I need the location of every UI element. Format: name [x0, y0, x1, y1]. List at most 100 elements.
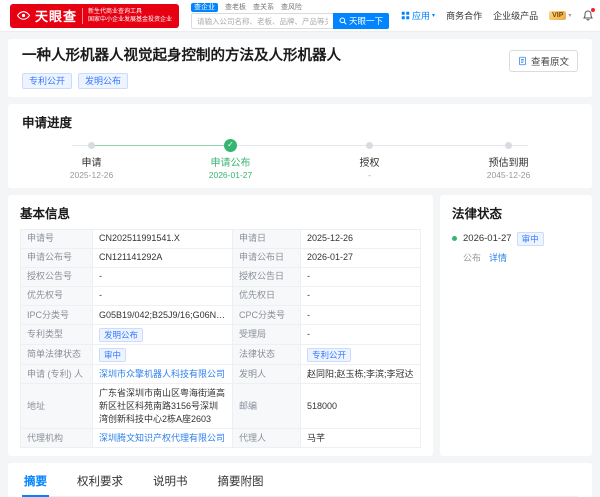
basic-info-card: 基本信息 申请号 CN202511991541.X 申请日 2025-12-26…: [8, 194, 433, 457]
info-label: 申请公布日: [232, 247, 301, 268]
patent-type-tag: 发明公布: [99, 327, 144, 342]
info-value: -: [92, 266, 233, 287]
info-value: -: [300, 266, 421, 287]
legal-status-section-title: 法律状态: [452, 206, 503, 221]
brand-slogans: 新生代商业查询工具 国家中小企业发展基金投资企业: [82, 7, 172, 24]
patent-detail-card: 摘要 权利要求 说明书 摘要附图 本申请公开了一种人形机器人视觉起身控制的方法及…: [8, 463, 592, 497]
view-original-button[interactable]: 查看原文: [508, 50, 578, 72]
info-value: -: [92, 285, 233, 307]
info-value: 518000: [300, 383, 421, 430]
search-icon: [339, 17, 347, 25]
table-row: 优先权号 - 优先权日 -: [20, 285, 421, 307]
info-value: CN202511991541.X: [92, 228, 233, 249]
nav-app[interactable]: 应用 ▾: [401, 9, 435, 22]
step-dot: [505, 141, 512, 149]
step-label: 授权: [359, 157, 380, 169]
vip-icon: VIP: [549, 11, 567, 20]
step-label: 申请: [81, 157, 102, 169]
step-date: 2026-01-27: [208, 169, 253, 180]
info-label: 授权公告日: [232, 266, 301, 287]
table-row: 申请 (专利) 人 深圳市众擎机器人科技有限公司 发明人 赵同阳;赵玉栋;李滨;…: [20, 364, 421, 385]
info-value: 深圳市众擎机器人科技有限公司: [92, 364, 233, 385]
tab-abstract-figure[interactable]: 摘要附图: [216, 471, 266, 496]
search-button[interactable]: 天眼一下: [333, 13, 390, 29]
tianyancha-logo[interactable]: 天眼查 新生代商业查询工具 国家中小企业发展基金投资企业: [10, 3, 180, 28]
brand-slogan-line1: 新生代商业查询工具: [88, 8, 143, 15]
timeline-step-publication: 申请公布 2026-01-27: [161, 138, 300, 180]
applicant-company-link[interactable]: 深圳市众擎机器人科技有限公司: [99, 369, 225, 379]
check-circle-icon: [224, 138, 237, 152]
legal-status-action: 公布: [463, 252, 482, 263]
info-value: -: [300, 305, 421, 326]
info-label: 授权公告号: [20, 266, 93, 287]
eye-logo-icon: [17, 9, 30, 22]
info-value: 赵同阳;赵玉栋;李滨;李冠达: [300, 364, 421, 385]
info-value: 专利公开: [300, 344, 421, 366]
search-row: 天眼一下: [191, 13, 390, 29]
table-row: 授权公告号 - 授权公告日 -: [20, 266, 421, 287]
info-value: CN121141292A: [92, 247, 233, 268]
tab-abstract[interactable]: 摘要: [22, 471, 49, 497]
view-original-label: 查看原文: [530, 57, 569, 68]
green-dot-icon: [452, 235, 457, 241]
table-row: 申请公布号 CN121141292A 申请公布日 2026-01-27: [20, 247, 421, 268]
basic-info-section-title: 基本信息: [20, 206, 71, 221]
step-dot: [88, 141, 95, 149]
info-label: 代理人: [232, 428, 301, 449]
info-label: 发明人: [232, 364, 301, 385]
legal-status-detail-link[interactable]: 详情: [489, 251, 507, 264]
info-label: 简单法律状态: [20, 344, 93, 366]
table-row: 专利类型 发明公布 受理局 -: [20, 324, 421, 346]
tab-specification[interactable]: 说明书: [151, 471, 190, 496]
info-label: 申请公布号: [20, 247, 93, 268]
info-label: 邮编: [232, 383, 301, 430]
top-header: 天眼查 新生代商业查询工具 国家中小企业发展基金投资企业 查企业 查老板 查关系…: [0, 0, 600, 32]
info-label: 专利类型: [20, 324, 93, 346]
table-row: 代理机构 深圳腾文知识产权代理有限公司 代理人 马芊: [20, 428, 421, 449]
search-area: 查企业 查老板 查关系 查风险 天眼一下: [191, 2, 390, 29]
search-button-label: 天眼一下: [349, 16, 384, 26]
progress-section-title: 申请进度: [22, 115, 73, 130]
info-label: CPC分类号: [232, 305, 301, 326]
info-value: 发明公布: [92, 324, 233, 346]
info-label: 申请 (专利) 人: [20, 364, 93, 385]
info-value: -: [300, 324, 421, 346]
info-value: 马芊: [300, 428, 421, 449]
info-label: 代理机构: [20, 428, 93, 449]
info-value: 广东省深圳市南山区粤海街道高新区社区科苑南路3156号深圳湾创新科技中心2栋A座…: [92, 383, 233, 430]
nav-business-coop[interactable]: 商务合作: [446, 9, 482, 22]
patent-title-card: 一种人形机器人视觉起身控制的方法及人形机器人 专利公开 发明公布 查看原文: [8, 39, 592, 97]
simple-legal-status-tag: 审中: [99, 347, 127, 362]
notification-bell-icon[interactable]: [582, 8, 596, 22]
legal-status-tag: 专利公开: [307, 347, 352, 362]
info-value: 深圳腾文知识产权代理有限公司: [92, 428, 233, 449]
progress-timeline: 申请 2025-12-26 申请公布 2026-01-27 授权 - 预估到期 …: [22, 138, 578, 180]
chevron-down-icon: ▾: [432, 13, 436, 19]
application-progress-card: 申请进度 申请 2025-12-26 申请公布 2026-01-27 授权 - …: [8, 103, 592, 188]
search-tabs: 查企业 查老板 查关系 查风险: [191, 2, 389, 12]
timeline-step-grant: 授权 -: [300, 139, 439, 180]
search-tab-relation[interactable]: 查关系: [253, 2, 274, 12]
info-label: 优先权日: [232, 285, 301, 307]
timeline-step-apply: 申请 2025-12-26: [22, 139, 161, 180]
agency-link[interactable]: 深圳腾文知识产权代理有限公司: [99, 433, 225, 443]
legal-status-date: 2026-01-27: [463, 233, 512, 245]
tag-patent-published: 专利公开: [22, 72, 73, 89]
step-dot: [366, 141, 373, 149]
main-columns: 基本信息 申请号 CN202511991541.X 申请日 2025-12-26…: [8, 194, 592, 457]
nav-vip[interactable]: VIP ▾: [549, 11, 571, 20]
tab-claims[interactable]: 权利要求: [75, 471, 125, 496]
search-tab-risk[interactable]: 查风险: [281, 2, 302, 12]
search-tab-company[interactable]: 查企业: [191, 2, 219, 12]
nav-app-label: 应用: [412, 11, 431, 21]
info-value: 审中: [92, 344, 233, 366]
legal-status-item: 2026-01-27 审中 公布 详情: [452, 231, 580, 264]
step-date: 2045-12-26: [486, 169, 531, 180]
detail-tabs: 摘要 权利要求 说明书 摘要附图: [22, 471, 578, 497]
info-value: 2025-12-26: [300, 228, 421, 249]
search-tab-boss[interactable]: 查老板: [225, 2, 246, 12]
nav-enterprise-products[interactable]: 企业级产品: [493, 9, 538, 22]
grid-icon: [401, 11, 410, 20]
search-input[interactable]: [191, 13, 334, 29]
info-label: 地址: [20, 383, 93, 430]
